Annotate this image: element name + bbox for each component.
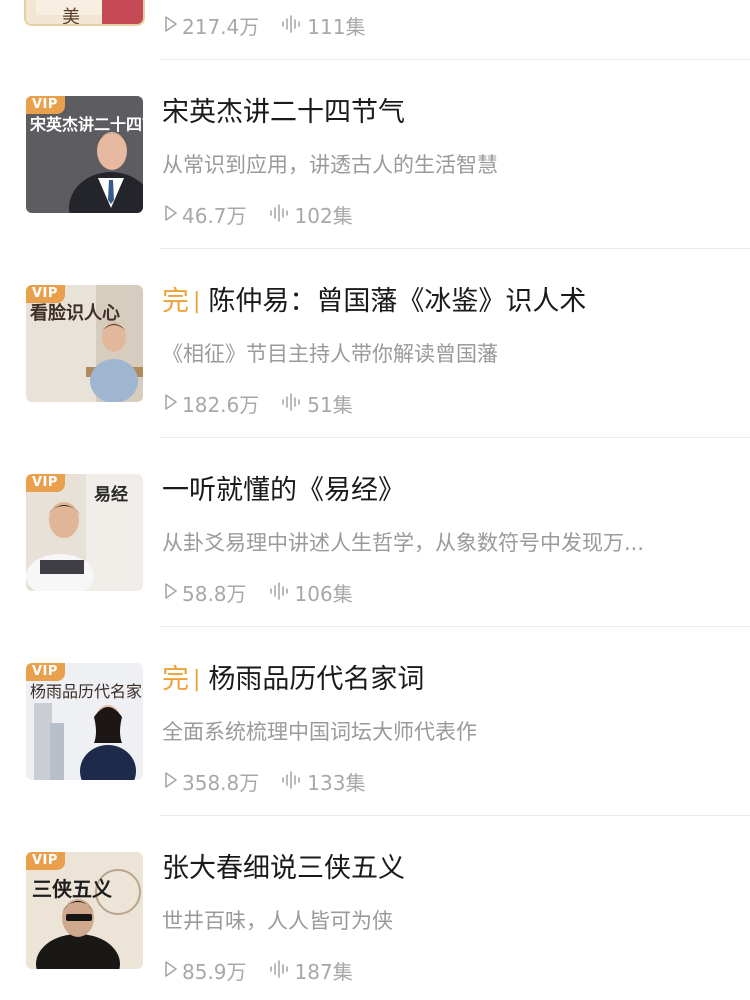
play-icon <box>164 203 178 227</box>
album-cover: 美 <box>26 0 143 24</box>
episodes-icon <box>281 770 303 794</box>
row-divider <box>160 626 750 627</box>
album-stats: 217.4万 111集 <box>164 11 365 40</box>
album-title-text: 一听就懂的《易经》 <box>162 475 405 506</box>
play-count: 58.8万 <box>182 582 247 606</box>
episode-count: 106集 <box>294 582 353 606</box>
episode-count: 111集 <box>307 15 366 39</box>
vip-badge: VIP <box>26 852 65 870</box>
album-description: 从卦爻易理中讲述人生哲学，从象数符号中发现万... <box>162 531 645 555</box>
album-title-text: 杨雨品历代名家词 <box>208 664 425 695</box>
album-row[interactable]: 易经 VIP 一听就懂的《易经》 从卦爻易理中讲述人生哲学，从象数符号中发现万.… <box>0 437 750 626</box>
vip-badge: VIP <box>26 663 65 681</box>
play-count: 182.6万 <box>182 393 260 417</box>
album-description: 《相征》节目主持人带你解读曾国藩 <box>162 342 498 366</box>
completed-tag: 完 <box>162 286 189 317</box>
play-icon <box>164 770 178 794</box>
completed-tag: 完 <box>162 664 189 695</box>
play-count: 358.8万 <box>182 771 260 795</box>
album-cover[interactable]: 看脸识人心 VIP <box>26 285 143 402</box>
episode-count: 187集 <box>294 960 353 984</box>
album-cover[interactable]: 易经 VIP <box>26 474 143 591</box>
album-title-text: 张大春细说三侠五义 <box>162 853 405 884</box>
album-row-partial[interactable]: 美 217.4万 111集 <box>0 0 750 59</box>
play-count: 46.7万 <box>182 204 247 228</box>
vip-badge: VIP <box>26 96 65 114</box>
cover-text: 杨雨品历代名家词 <box>30 682 143 701</box>
cover-text: 美 <box>62 7 80 24</box>
row-divider <box>160 59 750 60</box>
album-cover[interactable]: 宋英杰讲二十四节气 VIP <box>26 96 143 213</box>
row-divider <box>160 248 750 249</box>
episodes-icon <box>281 392 303 416</box>
episode-count: 133集 <box>307 771 366 795</box>
episodes-icon <box>269 959 291 983</box>
album-row[interactable]: 宋英杰讲二十四节气 VIP 宋英杰讲二十四节气 从常识到应用，讲透古人的生活智慧… <box>0 59 750 248</box>
completed-tag-separator: | <box>193 289 201 314</box>
episodes-icon <box>281 14 303 38</box>
vip-badge: VIP <box>26 474 65 492</box>
album-list: 美 217.4万 111集 宋英杰讲二十四 VIP 宋英杰讲二十四节气 从常识到… <box>0 0 750 1000</box>
completed-tag-separator: | <box>193 667 201 692</box>
album-description: 全面系统梳理中国词坛大师代表作 <box>162 720 477 744</box>
play-icon <box>164 959 178 983</box>
album-description: 从常识到应用，讲透古人的生活智慧 <box>162 153 498 177</box>
album-title: 宋英杰讲二十四节气 <box>162 95 405 131</box>
play-icon <box>164 14 178 38</box>
episode-count: 51集 <box>307 393 353 417</box>
vip-badge: VIP <box>26 285 65 303</box>
album-stats: 85.9万 187集 <box>164 956 353 985</box>
play-count: 217.4万 <box>182 15 260 39</box>
album-stats: 58.8万 106集 <box>164 578 353 607</box>
cover-text: 宋英杰讲二十四节气 <box>29 115 143 134</box>
cover-text: 易经 <box>94 484 128 505</box>
album-title: 完 | 杨雨品历代名家词 <box>162 662 424 698</box>
album-stats: 182.6万 51集 <box>164 389 353 418</box>
episodes-icon <box>269 203 291 227</box>
album-cover[interactable]: 杨雨品历代名家词 VIP <box>26 663 143 780</box>
row-divider <box>160 815 750 816</box>
album-stats: 46.7万 102集 <box>164 200 353 229</box>
album-title-text: 陈仲易：曾国藩《冰鉴》识人术 <box>208 286 587 317</box>
album-title: 完 | 陈仲易：曾国藩《冰鉴》识人术 <box>162 284 586 320</box>
album-row[interactable]: 杨雨品历代名家词 VIP 完|杨雨品历代名家词 全面系统梳理中国词坛大师代表作 … <box>0 626 750 815</box>
play-count: 85.9万 <box>182 960 247 984</box>
album-cover[interactable]: 三侠五义 VIP <box>26 852 143 969</box>
album-title: 一听就懂的《易经》 <box>162 473 405 509</box>
album-stats: 358.8万 133集 <box>164 767 365 796</box>
cover-text: 看脸识人心 <box>29 302 120 324</box>
album-title: 张大春细说三侠五义 <box>162 851 405 887</box>
play-icon <box>164 392 178 416</box>
album-description: 世井百味，人人皆可为侠 <box>162 909 393 933</box>
episode-count: 102集 <box>294 204 353 228</box>
row-divider <box>160 437 750 438</box>
cover-text: 三侠五义 <box>32 877 112 901</box>
album-row[interactable]: 看脸识人心 VIP 完 | 陈仲易：曾国藩《冰鉴》识人术 《相征》节目主持人带你解读… <box>0 248 750 437</box>
album-row[interactable]: 三侠五义 VIP 张大春细说三侠五义 世井百味，人人皆可为侠 85.9万 187… <box>0 815 750 1000</box>
play-icon <box>164 581 178 605</box>
episodes-icon <box>269 581 291 605</box>
album-title-text: 宋英杰讲二十四节气 <box>162 97 405 128</box>
